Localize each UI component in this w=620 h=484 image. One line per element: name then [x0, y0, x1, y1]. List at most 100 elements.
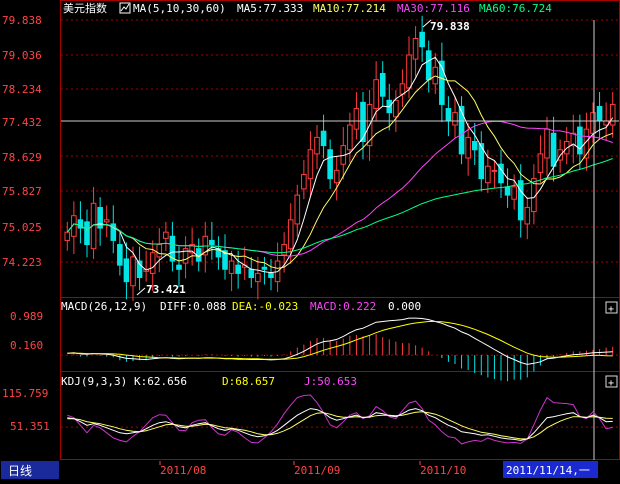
candle-rise: [537, 153, 544, 173]
candle-rise: [103, 219, 110, 223]
candle-fall: [425, 50, 432, 81]
price-tick: 75.827: [2, 185, 42, 198]
macd-expand-label: +: [608, 304, 614, 315]
price-tick: 75.025: [2, 221, 42, 234]
candle-rise: [485, 165, 491, 184]
ma60-line: [66, 158, 613, 254]
candle-fall: [577, 126, 583, 155]
candle-fall: [320, 130, 327, 147]
candle-rise: [399, 83, 406, 95]
candle-rise: [511, 186, 517, 200]
kdj-header: KDJ(9,3,3) K:62.656 D:68.657 J:50.653: [61, 375, 357, 388]
candle-fall: [596, 105, 603, 122]
candle-rise: [590, 112, 596, 134]
candle-rise: [314, 136, 320, 155]
chart-canvas: 美元指数 MA(5,10,30,60) MA5:77.333 MA10:77.2…: [0, 0, 620, 480]
kdj-axis: 115.759 51.351: [2, 387, 50, 433]
ma60-value: MA60:76.724: [479, 2, 552, 15]
low-label: 73.421: [146, 283, 186, 296]
candle-fall: [504, 186, 511, 196]
candle-rise: [491, 169, 498, 172]
candle-rise: [307, 149, 314, 180]
kdj-j-value: J:50.653: [304, 375, 357, 388]
ma10-line: [66, 75, 613, 269]
ma5-value: MA5:77.333: [237, 2, 303, 15]
candle-fall: [419, 31, 425, 48]
grid-lines: [61, 19, 619, 263]
candle-rise: [64, 231, 71, 241]
price-tick: 79.036: [2, 49, 42, 62]
candle-fall: [268, 272, 274, 279]
macd-axis: 0.989 0.160: [10, 310, 43, 352]
candle-fall: [471, 141, 478, 151]
macd-tick: 0.160: [10, 339, 43, 352]
candle-rise: [373, 79, 379, 110]
candle-rise: [412, 37, 419, 60]
candle-fall: [117, 244, 123, 266]
candle-fall: [123, 258, 130, 283]
candle-fall: [379, 73, 386, 97]
price-tick: 77.432: [2, 116, 42, 129]
price-tick: 74.223: [2, 256, 42, 269]
candle-fall: [261, 266, 268, 270]
candle-rise: [255, 272, 261, 283]
ma5-line: [66, 56, 614, 274]
candle-rise: [281, 244, 287, 256]
candle-fall: [550, 132, 557, 167]
ma10-value: MA10:77.214: [313, 2, 386, 15]
candle-fall: [235, 264, 241, 274]
candle-rise: [287, 219, 294, 250]
low-marker: 73.421: [136, 283, 186, 296]
candle-fall: [209, 239, 215, 246]
macd-params-label: MACD(26,12,9): [61, 300, 147, 313]
candle-rise: [228, 260, 235, 274]
candle-rise: [333, 169, 340, 184]
price-tick: 78.234: [2, 83, 42, 96]
candlesticks: [64, 15, 616, 302]
date-tick: 2011/08: [160, 464, 206, 477]
macd-extra-value: 0.000: [388, 300, 421, 313]
main-axis: 79.838 79.036 78.234 77.432 78.629 75.82…: [2, 14, 42, 269]
period-label: 日线: [8, 464, 32, 478]
macd-dea-value: DEA:-0.023: [232, 300, 298, 313]
candle-rise: [149, 252, 156, 274]
kdj-k-value: K:62.656: [134, 375, 187, 388]
ma30-value: MA30:77.116: [397, 2, 470, 15]
date-tick: 2011/09: [294, 464, 340, 477]
stock-chart-window: 美元指数 MA(5,10,30,60) MA5:77.333 MA10:77.2…: [0, 0, 620, 480]
candle-rise: [393, 99, 399, 118]
kdj-params-label: KDJ(9,3,3): [61, 375, 127, 388]
high-label: 79.838: [430, 20, 470, 33]
panel-frames: [60, 0, 620, 460]
candle-rise: [406, 54, 412, 89]
candle-rise: [544, 128, 550, 159]
candle-fall: [458, 105, 465, 155]
candle-rise: [294, 194, 301, 225]
kdj-expand-button[interactable]: +: [605, 375, 618, 389]
macd-value: MACD:0.222: [310, 300, 376, 313]
candle-rise: [163, 231, 169, 239]
ma-params-label: MA(5,10,30,60): [133, 2, 226, 15]
cursor-date: 2011/11/14,一: [506, 464, 590, 477]
macd-diff-value: DIFF:0.088: [160, 300, 226, 313]
macd-expand-button[interactable]: +: [605, 301, 618, 315]
candle-rise: [347, 124, 353, 151]
candle-rise: [465, 136, 471, 159]
kdj-tick: 51.351: [10, 420, 50, 433]
candle-fall: [248, 268, 255, 279]
candle-fall: [84, 221, 90, 246]
candle-rise: [301, 173, 307, 190]
candle-fall: [327, 149, 333, 180]
candle-rise: [609, 103, 616, 126]
macd-dea-line: [67, 321, 613, 360]
kdj-d-value: D:68.657: [222, 375, 275, 388]
candle-fall: [517, 180, 524, 221]
chart-title: 美元指数: [63, 1, 107, 15]
kdj-plot: [61, 394, 619, 445]
high-marker: 79.838: [422, 19, 470, 33]
price-tick: 79.838: [2, 14, 42, 27]
bottom-bar: 日线 2011/08 2011/09 2011/10 2011/11/14,一: [0, 460, 620, 480]
candle-rise: [452, 112, 458, 126]
macd-tick: 0.989: [10, 310, 43, 323]
macd-header: MACD(26,12,9) DIFF:0.088 DEA:-0.023 MACD…: [61, 300, 421, 313]
